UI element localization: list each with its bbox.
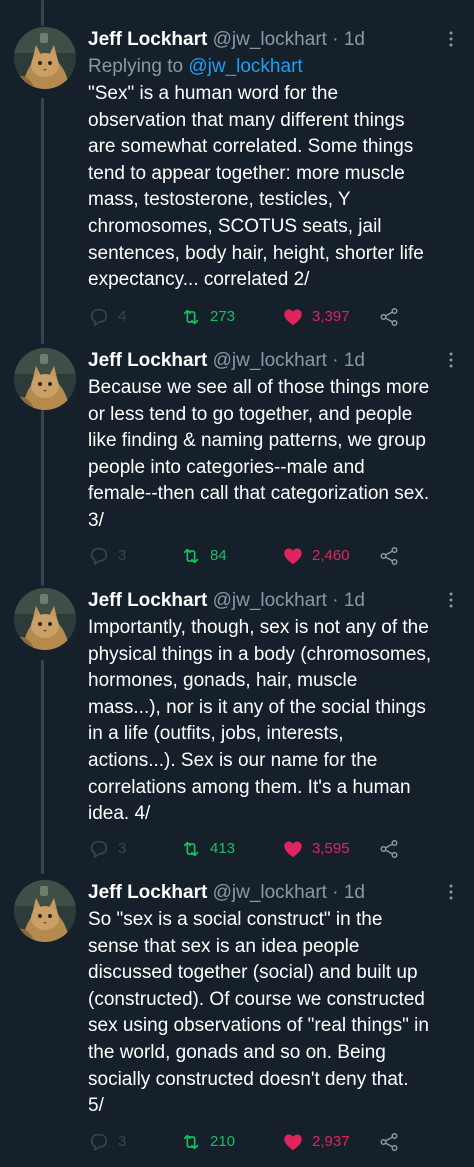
reply-count: 3: [118, 1133, 127, 1150]
heart-icon: [284, 548, 302, 565]
timestamp[interactable]: 1d: [344, 350, 365, 371]
retweet-button[interactable]: 210: [180, 1130, 235, 1154]
heart-icon: [284, 841, 302, 858]
tweet-content: Jeff Lockhart @jw_lockhart · 1d Importan…: [88, 588, 464, 828]
author-handle[interactable]: @jw_lockhart: [213, 29, 327, 50]
share-icon: [380, 840, 398, 858]
timestamp[interactable]: 1d: [344, 882, 365, 903]
tweet-header: Jeff Lockhart @jw_lockhart · 1d: [88, 27, 464, 53]
separator-dot: ·: [332, 29, 339, 50]
retweet-count: 84: [210, 547, 227, 564]
avatar[interactable]: [14, 588, 76, 650]
avatar[interactable]: [14, 27, 76, 89]
author-handle[interactable]: @jw_lockhart: [213, 350, 327, 371]
reply-count: 3: [118, 547, 127, 564]
tweet-actions: 4 273 3,397: [88, 305, 448, 329]
author-name[interactable]: Jeff Lockhart: [88, 29, 207, 50]
share-icon: [380, 547, 398, 565]
retweet-button[interactable]: 84: [180, 544, 227, 568]
replying-mention[interactable]: @jw_lockhart: [188, 56, 302, 77]
tweet-actions: 3 413 3,595: [88, 837, 448, 861]
tweet-content: Jeff Lockhart @jw_lockhart · 1d Replying…: [88, 27, 464, 294]
like-count: 3,595: [312, 840, 350, 857]
author-handle[interactable]: @jw_lockhart: [213, 590, 327, 611]
more-icon[interactable]: [448, 882, 454, 902]
retweet-icon: [183, 1134, 199, 1150]
reply-icon: [90, 308, 108, 326]
share-icon: [380, 1133, 398, 1151]
share-button[interactable]: [378, 544, 400, 568]
replying-to: Replying to @jw_lockhart: [88, 53, 464, 80]
reply-button[interactable]: 3: [88, 1130, 126, 1154]
heart-icon: [284, 309, 302, 326]
tweet-content: Jeff Lockhart @jw_lockhart · 1d So "sex …: [88, 880, 464, 1120]
like-button[interactable]: 3,397: [282, 305, 350, 329]
retweet-count: 413: [210, 840, 236, 857]
like-count: 2,937: [312, 1133, 350, 1150]
tweet-header: Jeff Lockhart @jw_lockhart · 1d: [88, 588, 464, 614]
like-button[interactable]: 3,595: [282, 837, 350, 861]
tweet-content: Jeff Lockhart @jw_lockhart · 1d Because …: [88, 348, 464, 535]
reply-icon: [90, 840, 108, 858]
reply-count: 3: [118, 840, 127, 857]
thread-line: [41, 98, 44, 344]
thread-line: [41, 660, 44, 874]
like-button[interactable]: 2,460: [282, 544, 350, 568]
like-count: 2,460: [312, 547, 350, 564]
tweet-text: So "sex is a social construct" in the se…: [88, 909, 429, 1117]
author-name[interactable]: Jeff Lockhart: [88, 590, 207, 611]
reply-button[interactable]: 4: [88, 305, 126, 329]
tweet-text: "Sex" is a human word for the observatio…: [88, 83, 424, 291]
tweet-text: Importantly, though, sex is not any of t…: [88, 617, 432, 825]
avatar[interactable]: [14, 348, 76, 410]
separator-dot: ·: [332, 590, 339, 611]
retweet-icon: [183, 309, 199, 325]
like-count: 3,397: [312, 308, 350, 325]
tweet-header: Jeff Lockhart @jw_lockhart · 1d: [88, 348, 464, 374]
more-icon[interactable]: [448, 590, 454, 610]
retweet-icon: [183, 548, 199, 564]
retweet-icon: [183, 841, 199, 857]
more-icon[interactable]: [448, 350, 454, 370]
retweet-count: 273: [210, 308, 236, 325]
share-icon: [380, 308, 398, 326]
retweet-button[interactable]: 413: [180, 837, 235, 861]
separator-dot: ·: [332, 882, 339, 903]
retweet-button[interactable]: 273: [180, 305, 235, 329]
reply-icon: [90, 547, 108, 565]
tweet-actions: 3 84 2,460: [88, 544, 448, 568]
separator-dot: ·: [332, 350, 339, 371]
reply-icon: [90, 1133, 108, 1151]
author-name[interactable]: Jeff Lockhart: [88, 350, 207, 371]
author-name[interactable]: Jeff Lockhart: [88, 882, 207, 903]
reply-count: 4: [118, 308, 127, 325]
timestamp[interactable]: 1d: [344, 29, 365, 50]
share-button[interactable]: [378, 305, 400, 329]
tweet-text: Because we see all of those things more …: [88, 377, 430, 531]
avatar[interactable]: [14, 880, 76, 942]
reply-button[interactable]: 3: [88, 544, 126, 568]
thread-line: [41, 394, 44, 586]
timestamp[interactable]: 1d: [344, 590, 365, 611]
like-button[interactable]: 2,937: [282, 1130, 350, 1154]
more-icon[interactable]: [448, 29, 454, 49]
author-handle[interactable]: @jw_lockhart: [213, 882, 327, 903]
heart-icon: [284, 1134, 302, 1151]
reply-button[interactable]: 3: [88, 837, 126, 861]
share-button[interactable]: [378, 1130, 400, 1154]
tweet-header: Jeff Lockhart @jw_lockhart · 1d: [88, 880, 464, 906]
replying-label: Replying to: [88, 56, 184, 77]
thread-line: [41, 0, 44, 26]
share-button[interactable]: [378, 837, 400, 861]
tweet-actions: 3 210 2,937: [88, 1130, 448, 1154]
retweet-count: 210: [210, 1133, 236, 1150]
